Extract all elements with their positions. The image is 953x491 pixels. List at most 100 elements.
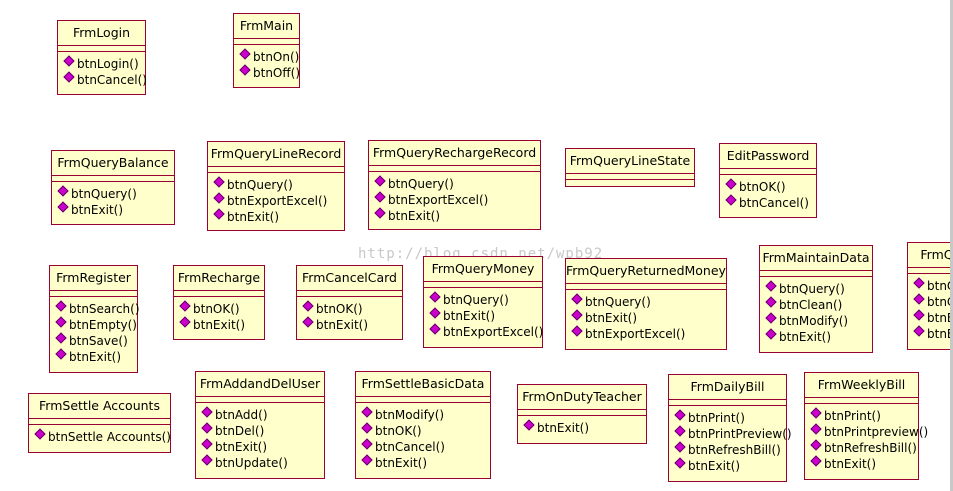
- public-operation-icon: [213, 208, 225, 220]
- class-box[interactable]: FrmRegister btnSearch() btnEmpty() btnSave(…: [49, 265, 140, 373]
- operation-label: btnOK(): [193, 302, 240, 316]
- operation-item: btnClean(): [765, 296, 872, 313]
- class-box[interactable]: FrmQueryLineRecord btnQuery() btnExportExc…: [207, 141, 345, 231]
- operation-label: btnExit(): [824, 457, 877, 471]
- operations-compartment: btnSearch() btnEmpty() btnSave() btnExit(): [50, 297, 140, 365]
- operation-item: btnSettle Accounts(): [34, 428, 171, 445]
- public-operation-icon: [765, 296, 777, 308]
- operation-item: btnQuery(): [429, 291, 542, 308]
- public-operation-icon: [374, 191, 386, 203]
- operation-label: btnOn(): [253, 50, 300, 64]
- class-box[interactable]: FrmQueryRechargeRecord btnQuery() btnExpor…: [368, 140, 541, 230]
- operation-label: btnExit(): [443, 309, 496, 323]
- operation-item: btnExit(): [57, 201, 174, 218]
- public-operation-icon: [429, 323, 441, 335]
- operation-item: btnRefreshBill(): [810, 439, 918, 456]
- operation-label: btnExit(): [688, 459, 741, 473]
- operation-label: btnModify(): [779, 314, 849, 328]
- public-operation-icon: [674, 441, 686, 453]
- operation-item: btnPrint(): [674, 409, 786, 426]
- operation-label: btnCancel(): [77, 73, 147, 87]
- public-operation-icon: [725, 178, 737, 190]
- operation-label: btnExit(): [215, 440, 268, 454]
- public-operation-icon: [810, 455, 822, 467]
- public-operation-icon: [63, 55, 75, 67]
- operations-compartment: btnModify() btnOK() btnCancel() btnExit(): [356, 403, 490, 471]
- public-operation-icon: [55, 300, 67, 312]
- operation-label: btnRefreshBill(): [688, 443, 781, 457]
- operations-compartment: btnQbtnCbtnEbtnE: [908, 274, 953, 342]
- class-box[interactable]: FrmQueryLineState: [565, 148, 695, 187]
- operation-item: btnAdd(): [201, 406, 324, 423]
- operation-item: btnE: [913, 309, 953, 326]
- operation-label: btnSave(): [69, 334, 128, 348]
- operation-item: btnModify(): [361, 406, 490, 423]
- public-operation-icon: [913, 293, 925, 305]
- operation-label: btnUpdate(): [215, 456, 288, 470]
- class-box[interactable]: EditPassword btnOK() btnCancel(): [719, 143, 817, 218]
- public-operation-icon: [810, 423, 822, 435]
- public-operation-icon: [361, 438, 373, 450]
- operation-label: btnOK(): [375, 424, 422, 438]
- operation-label: btnQuery(): [443, 293, 509, 307]
- operation-item: btnExportExcel(): [374, 191, 540, 208]
- class-box[interactable]: FrmRecharge btnOK() btnExit(): [173, 265, 265, 340]
- operation-label: btnExit(): [71, 203, 124, 217]
- operation-label: btnExit(): [537, 421, 590, 435]
- operation-item: btnExit(): [55, 348, 137, 365]
- public-operation-icon: [179, 300, 191, 312]
- class-box[interactable]: FrmQueryMoney btnQuery() btnExit() btnExpor…: [423, 256, 543, 348]
- class-box[interactable]: FrmWeeklyBill btnPrint() btnPrintpreview()…: [804, 372, 928, 480]
- class-box[interactable]: FrmMaintainData btnQuery() btnClean() btnMo…: [759, 245, 873, 353]
- operation-label: btnPrint(): [824, 409, 881, 423]
- class-box[interactable]: FrmSettleBasicData btnModify() btnOK() btnC…: [355, 371, 491, 479]
- public-operation-icon: [765, 328, 777, 340]
- operation-item: btnExit(): [179, 316, 264, 333]
- public-operation-icon: [374, 175, 386, 187]
- public-operation-icon: [57, 201, 69, 213]
- class-box[interactable]: FrmQueryReturnedMoney btnQuery() btnExit()…: [565, 258, 727, 350]
- class-box[interactable]: FrmDailyBill btnPrint() btnPrintPreview() b…: [668, 374, 792, 482]
- class-box[interactable]: FrmAddandDelUser btnAdd() btnDel() btnExit(…: [195, 371, 325, 479]
- public-operation-icon: [765, 312, 777, 324]
- class-name: FrmQueryLineRecord: [208, 142, 344, 167]
- class-name: FrmOnDutyTeacher: [518, 385, 646, 410]
- operation-label: btnExportExcel(): [585, 327, 686, 341]
- class-box[interactable]: FrmSettle Accounts btnSettle Accounts(): [28, 393, 171, 453]
- public-operation-icon: [571, 293, 583, 305]
- operations-compartment: btnOK() btnExit(): [297, 297, 402, 333]
- public-operation-icon: [201, 406, 213, 418]
- operation-item: btnUpdate(): [201, 454, 324, 471]
- operation-item: btnOK(): [179, 300, 264, 317]
- operations-compartment: btnPrint() btnPrintpreview() btnRefreshBil…: [805, 404, 928, 472]
- operation-item: btnCancel(): [361, 438, 490, 455]
- operation-item: btnOK(): [361, 422, 490, 439]
- operations-compartment: btnLogin() btnCancel(): [58, 52, 147, 88]
- operation-label: btnSearch(): [69, 302, 140, 316]
- class-name: FrmSettleBasicData: [356, 372, 490, 397]
- class-box[interactable]: FrmMain btnOn() btnOff(): [233, 13, 300, 88]
- operation-label: btnExit(): [375, 456, 428, 470]
- public-operation-icon: [674, 409, 686, 421]
- operation-item: btnPrintPreview(): [674, 425, 792, 442]
- operation-item: btnPrintpreview(): [810, 423, 928, 440]
- operation-item: btnOff(): [239, 64, 300, 81]
- class-box[interactable]: FrmLogin btnLogin() btnCancel(): [57, 20, 147, 95]
- public-operation-icon: [34, 428, 46, 440]
- operation-label: btnOK(): [739, 180, 786, 194]
- operations-compartment: btnQuery() btnExit() btnExportExcel(): [424, 288, 543, 340]
- class-box[interactable]: FrmQbtnQbtnCbtnEbtnE: [907, 242, 953, 350]
- public-operation-icon: [913, 309, 925, 321]
- public-operation-icon: [201, 454, 213, 466]
- operation-label: btnExit(): [388, 209, 441, 223]
- operation-label: btnAdd(): [215, 408, 268, 422]
- class-box[interactable]: FrmCancelCard btnOK() btnExit(): [296, 265, 403, 340]
- operations-compartment: btnQuery() btnExportExcel() btnExit(): [208, 173, 344, 225]
- public-operation-icon: [725, 194, 737, 206]
- operation-item: btnExportExcel(): [571, 325, 726, 342]
- class-box[interactable]: FrmQueryBalance btnQuery() btnExit(): [51, 150, 175, 225]
- public-operation-icon: [913, 277, 925, 289]
- public-operation-icon: [302, 316, 314, 328]
- class-box[interactable]: FrmOnDutyTeacher btnExit(): [517, 384, 647, 444]
- operation-label: btnQuery(): [388, 177, 454, 191]
